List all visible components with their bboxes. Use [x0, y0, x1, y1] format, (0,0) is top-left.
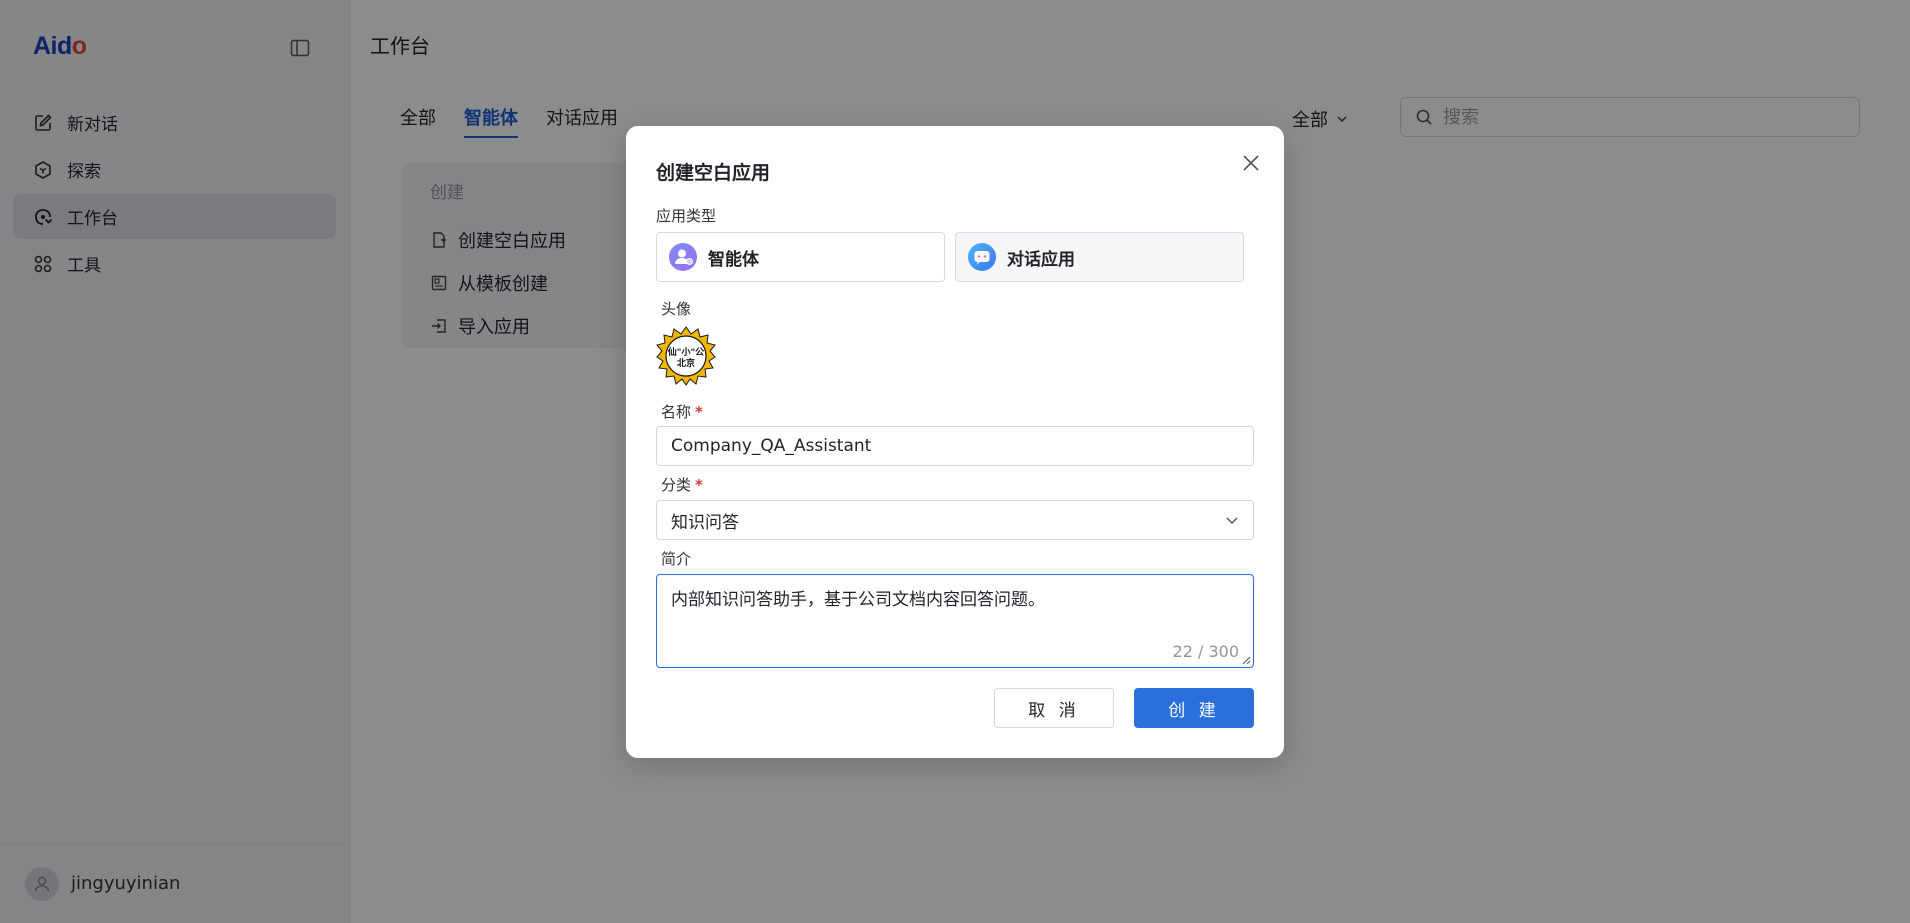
intro-textarea[interactable]: 内部知识问答助手，基于公司文档内容回答问题。 22 / 300 [656, 574, 1254, 668]
modal-title: 创建空白应用 [656, 162, 771, 184]
create-button[interactable]: 创 建 [1134, 688, 1254, 728]
app-root: Aido 新对话 探索 工作台 工具 jingyuyinian 工作台 全部 智… [0, 0, 1910, 923]
name-label: 名称 * [661, 403, 703, 421]
char-counter: 22 / 300 [1172, 642, 1239, 661]
type-option-chat-app[interactable]: 对话应用 [955, 232, 1244, 282]
app-avatar-image[interactable]: 仙"小"公 北京 [656, 326, 716, 386]
type-option-label: 对话应用 [1007, 249, 1075, 270]
intro-textarea-value: 内部知识问答助手，基于公司文档内容回答问题。 [671, 590, 1045, 610]
required-mark: * [695, 476, 703, 494]
category-label: 分类 * [661, 476, 703, 494]
resize-handle-icon[interactable] [1241, 655, 1251, 665]
avatar-text-line: 北京 [677, 357, 695, 369]
agent-icon [669, 243, 697, 271]
avatar-label: 头像 [661, 300, 692, 318]
app-type-label: 应用类型 [656, 207, 717, 225]
type-option-agent[interactable]: 智能体 [656, 232, 945, 282]
name-input[interactable]: Company_QA_Assistant [656, 426, 1254, 466]
avatar-text-line: 仙"小"公 [668, 346, 704, 358]
intro-label: 简介 [661, 550, 692, 568]
category-select[interactable]: 知识问答 [656, 500, 1254, 540]
chevron-down-icon [1226, 517, 1238, 525]
close-icon[interactable] [1240, 152, 1262, 174]
create-app-modal: 创建空白应用 应用类型 智能体 对话应用 头像 仙"小"公 北京 名称 * Co… [626, 126, 1284, 758]
chat-app-icon [968, 243, 996, 271]
type-option-label: 智能体 [708, 249, 759, 270]
category-select-value: 知识问答 [671, 512, 739, 533]
cancel-button[interactable]: 取 消 [994, 688, 1114, 728]
required-mark: * [695, 403, 703, 421]
name-input-value: Company_QA_Assistant [671, 436, 872, 456]
